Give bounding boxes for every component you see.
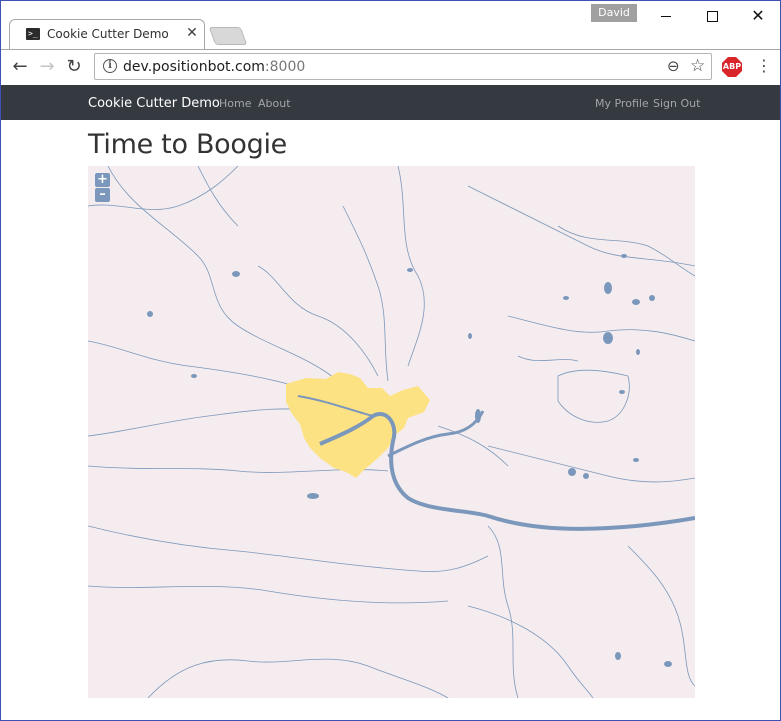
nav-link-home[interactable]: Home — [219, 97, 251, 110]
browser-toolbar: ← → ↻ i dev.positionbot.com:8000 ⊖ ☆ ABP… — [1, 49, 780, 85]
nav-link-my-profile[interactable]: My Profile — [595, 97, 649, 110]
navbar-brand[interactable]: Cookie Cutter Demo — [88, 96, 220, 111]
title-bar: >_ Cookie Cutter Demo ✕ David ✕ — [1, 1, 780, 49]
profile-name-badge[interactable]: David — [591, 4, 637, 22]
map-canvas[interactable] — [88, 166, 695, 698]
nav-link-sign-out[interactable]: Sign Out — [653, 97, 700, 110]
info-icon[interactable]: i — [103, 59, 117, 73]
url-text[interactable]: dev.positionbot.com:8000 — [123, 59, 305, 75]
terminal-favicon-icon: >_ — [26, 28, 40, 40]
tab-title: Cookie Cutter Demo — [47, 27, 169, 41]
new-tab-button[interactable] — [208, 27, 248, 45]
site-navbar: Cookie Cutter Demo Home About My Profile… — [1, 85, 780, 120]
adblock-plus-icon[interactable]: ABP — [722, 57, 742, 77]
nav-link-about[interactable]: About — [258, 97, 291, 110]
back-arrow-icon[interactable]: ← — [9, 56, 31, 78]
window-close-button[interactable]: ✕ — [735, 1, 780, 31]
minimize-icon — [661, 16, 671, 17]
reload-icon[interactable]: ↻ — [63, 56, 85, 78]
url-port: :8000 — [264, 59, 306, 75]
map-zoom-out-button[interactable]: – — [95, 188, 110, 202]
map-view[interactable]: + – — [88, 166, 695, 698]
tab-close-icon[interactable]: ✕ — [185, 25, 199, 41]
maximize-icon — [706, 11, 718, 22]
browser-tab[interactable]: >_ Cookie Cutter Demo ✕ — [9, 19, 205, 49]
bookmark-star-icon[interactable]: ☆ — [690, 56, 705, 76]
zoom-out-icon[interactable]: ⊖ — [667, 57, 680, 75]
browser-menu-icon[interactable]: ⋮ — [756, 56, 772, 75]
map-zoom-in-button[interactable]: + — [95, 173, 110, 187]
page-title: Time to Boogie — [88, 129, 287, 160]
maximize-button[interactable] — [689, 1, 735, 31]
browser-window: >_ Cookie Cutter Demo ✕ David ✕ ← → ↻ i … — [0, 0, 781, 721]
url-host: dev.positionbot.com — [123, 59, 265, 75]
forward-arrow-icon[interactable]: → — [36, 56, 58, 78]
address-bar[interactable]: i dev.positionbot.com:8000 ⊖ ☆ — [94, 53, 712, 80]
minimize-button[interactable] — [643, 1, 689, 31]
